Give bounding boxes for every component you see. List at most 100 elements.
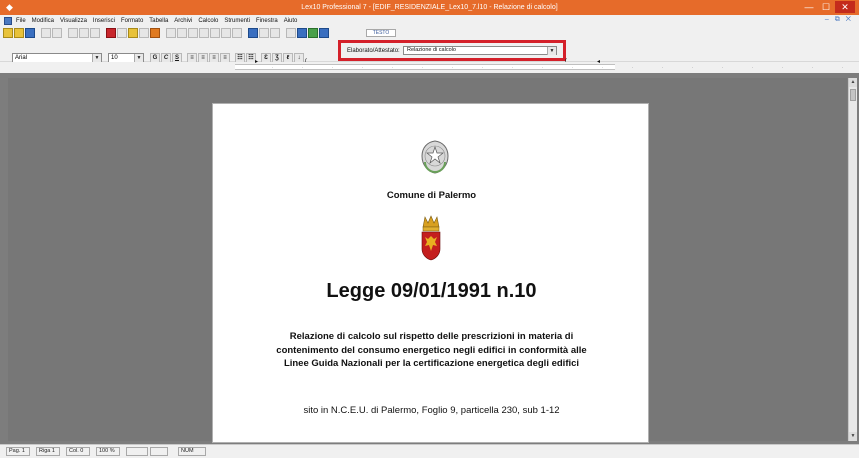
menu-inserisci[interactable]: Inserisci (93, 18, 115, 24)
print-icon[interactable] (41, 28, 51, 38)
relazione-description: Relazione di calcolo sul rispetto delle … (276, 331, 587, 369)
help-icon[interactable] (319, 28, 329, 38)
replace-icon[interactable] (232, 28, 242, 38)
zoom-in-icon[interactable] (177, 28, 187, 38)
window-controls: — ☐ ✕ (801, 1, 855, 13)
menu-strumenti[interactable]: Strumenti (224, 18, 250, 24)
menu-file[interactable]: File (16, 18, 26, 24)
ruler-tick: · (632, 65, 634, 70)
ruler-tick: · (842, 65, 844, 70)
status-col: Col. 0 (66, 447, 90, 456)
ruler-tick: · (512, 65, 514, 70)
ruler[interactable]: ▸ ɾ ɾ ◂ · · · · · · · · · · · · · · · · · · · · (0, 58, 859, 73)
indent-marker[interactable]: ▸ (255, 58, 258, 65)
menu-tabella[interactable]: Tabella (149, 18, 168, 24)
paste-icon[interactable] (90, 28, 100, 38)
right-indent-marker[interactable]: ◂ (597, 58, 600, 65)
window-title: Lex10 Professional 7 - [EDIF_RESIDENZIAL… (301, 4, 558, 11)
ruler-tick: · (722, 65, 724, 70)
toolbar-separator (36, 28, 40, 38)
ruler-tick: · (272, 65, 274, 70)
align-left-icon[interactable] (166, 28, 176, 38)
document-page[interactable]: Comune di Palermo Legge 09/01/1991 n.10 … (212, 103, 649, 443)
cut-icon[interactable] (68, 28, 78, 38)
open-folder-icon[interactable] (14, 28, 24, 38)
save-icon[interactable] (25, 28, 35, 38)
minimize-button[interactable]: — (801, 1, 817, 13)
toolbar-separator (101, 28, 105, 38)
ruler-tick: · (482, 65, 484, 70)
menu-visualizza[interactable]: Visualizza (60, 18, 87, 24)
menu-calcolo[interactable]: Calcolo (198, 18, 218, 24)
status-row: Riga 1 (36, 447, 60, 456)
tab-marker[interactable]: ɾ (305, 58, 307, 64)
search-icon[interactable] (199, 28, 209, 38)
close-button[interactable]: ✕ (835, 1, 855, 13)
ruler-tick: · (422, 65, 424, 70)
pdf-icon[interactable] (139, 28, 149, 38)
comune-title: Comune di Palermo (386, 190, 477, 201)
elaborato-select[interactable]: Relazione di calcolo ▼ (403, 46, 557, 55)
status-bar: Pag. 1 Riga 1 Col. 0 100 % NUM (0, 444, 859, 458)
menu-aiuto[interactable]: Aiuto (284, 18, 298, 24)
menu-archivi[interactable]: Archivi (174, 18, 192, 24)
chart-icon[interactable] (270, 28, 280, 38)
status-num: NUM (178, 447, 206, 456)
document-icon[interactable] (4, 16, 12, 25)
status-empty (126, 447, 148, 456)
menu-finestra[interactable]: Finestra (256, 18, 278, 24)
standard-toolbar: TESTO (0, 26, 859, 40)
folder-icon[interactable] (128, 28, 138, 38)
image-icon[interactable] (286, 28, 296, 38)
ruler-tick: · (392, 65, 394, 70)
font-select-value: Arial (15, 55, 28, 61)
print-preview-icon[interactable] (52, 28, 62, 38)
status-empty (150, 447, 168, 456)
new-file-icon[interactable] (3, 28, 13, 38)
status-page: Pag. 1 (6, 447, 30, 456)
zoom-out-icon[interactable] (188, 28, 198, 38)
ruler-tick: · (662, 65, 664, 70)
italian-republic-emblem-icon (421, 140, 449, 174)
menu-formato[interactable]: Formato (121, 18, 143, 24)
toolbar-separator (63, 28, 67, 38)
table-icon[interactable] (248, 28, 258, 38)
status-zoom: 100 % (96, 447, 120, 456)
title-bar: ◆ Lex10 Professional 7 - [EDIF_RESIDENZI… (0, 0, 859, 15)
ruler-tick: · (692, 65, 694, 70)
ruler-tick: · (332, 65, 334, 70)
palermo-coat-of-arms-icon (421, 215, 441, 261)
scroll-thumb[interactable] (850, 89, 856, 101)
ruler-tick: · (362, 65, 364, 70)
document-window-controls[interactable]: – ⧉ ✕ (825, 16, 853, 24)
maximize-button[interactable]: ☐ (818, 1, 834, 13)
tab-marker[interactable]: ɾ (565, 58, 567, 64)
find-icon[interactable] (221, 28, 231, 38)
grid-icon[interactable] (259, 28, 269, 38)
check-icon[interactable] (297, 28, 307, 38)
ruler-tick: · (812, 65, 814, 70)
elaborato-select-value: Relazione di calcolo (407, 47, 456, 53)
ruler-tick: · (452, 65, 454, 70)
copy-icon[interactable] (79, 28, 89, 38)
calculator-icon[interactable] (117, 28, 127, 38)
search-next-icon[interactable] (210, 28, 220, 38)
document-title: Legge 09/01/1991 n.10 (326, 280, 537, 302)
chevron-down-icon[interactable]: ▼ (92, 54, 101, 62)
vertical-scrollbar[interactable]: ▲ ▼ (848, 78, 857, 441)
elaborato-selector-highlight: Elaborato/Attestato: Relazione di calcol… (338, 40, 566, 61)
record-icon[interactable] (150, 28, 160, 38)
scroll-up-icon[interactable]: ▲ (849, 78, 857, 87)
toolbar-separator (281, 28, 285, 38)
scroll-down-icon[interactable]: ▼ (849, 432, 857, 441)
chevron-down-icon[interactable]: ▼ (547, 47, 556, 55)
edit-icon[interactable] (308, 28, 318, 38)
menu-modifica[interactable]: Modifica (32, 18, 54, 24)
toolbar-text-box[interactable]: TESTO (366, 29, 396, 37)
ruler-tick: · (602, 65, 604, 70)
toolbar-separator (243, 28, 247, 38)
elaborato-label: Elaborato/Attestato: (347, 48, 400, 54)
ruler-tick: · (572, 65, 574, 70)
stop-icon[interactable] (106, 28, 116, 38)
chevron-down-icon[interactable]: ▼ (134, 54, 143, 62)
